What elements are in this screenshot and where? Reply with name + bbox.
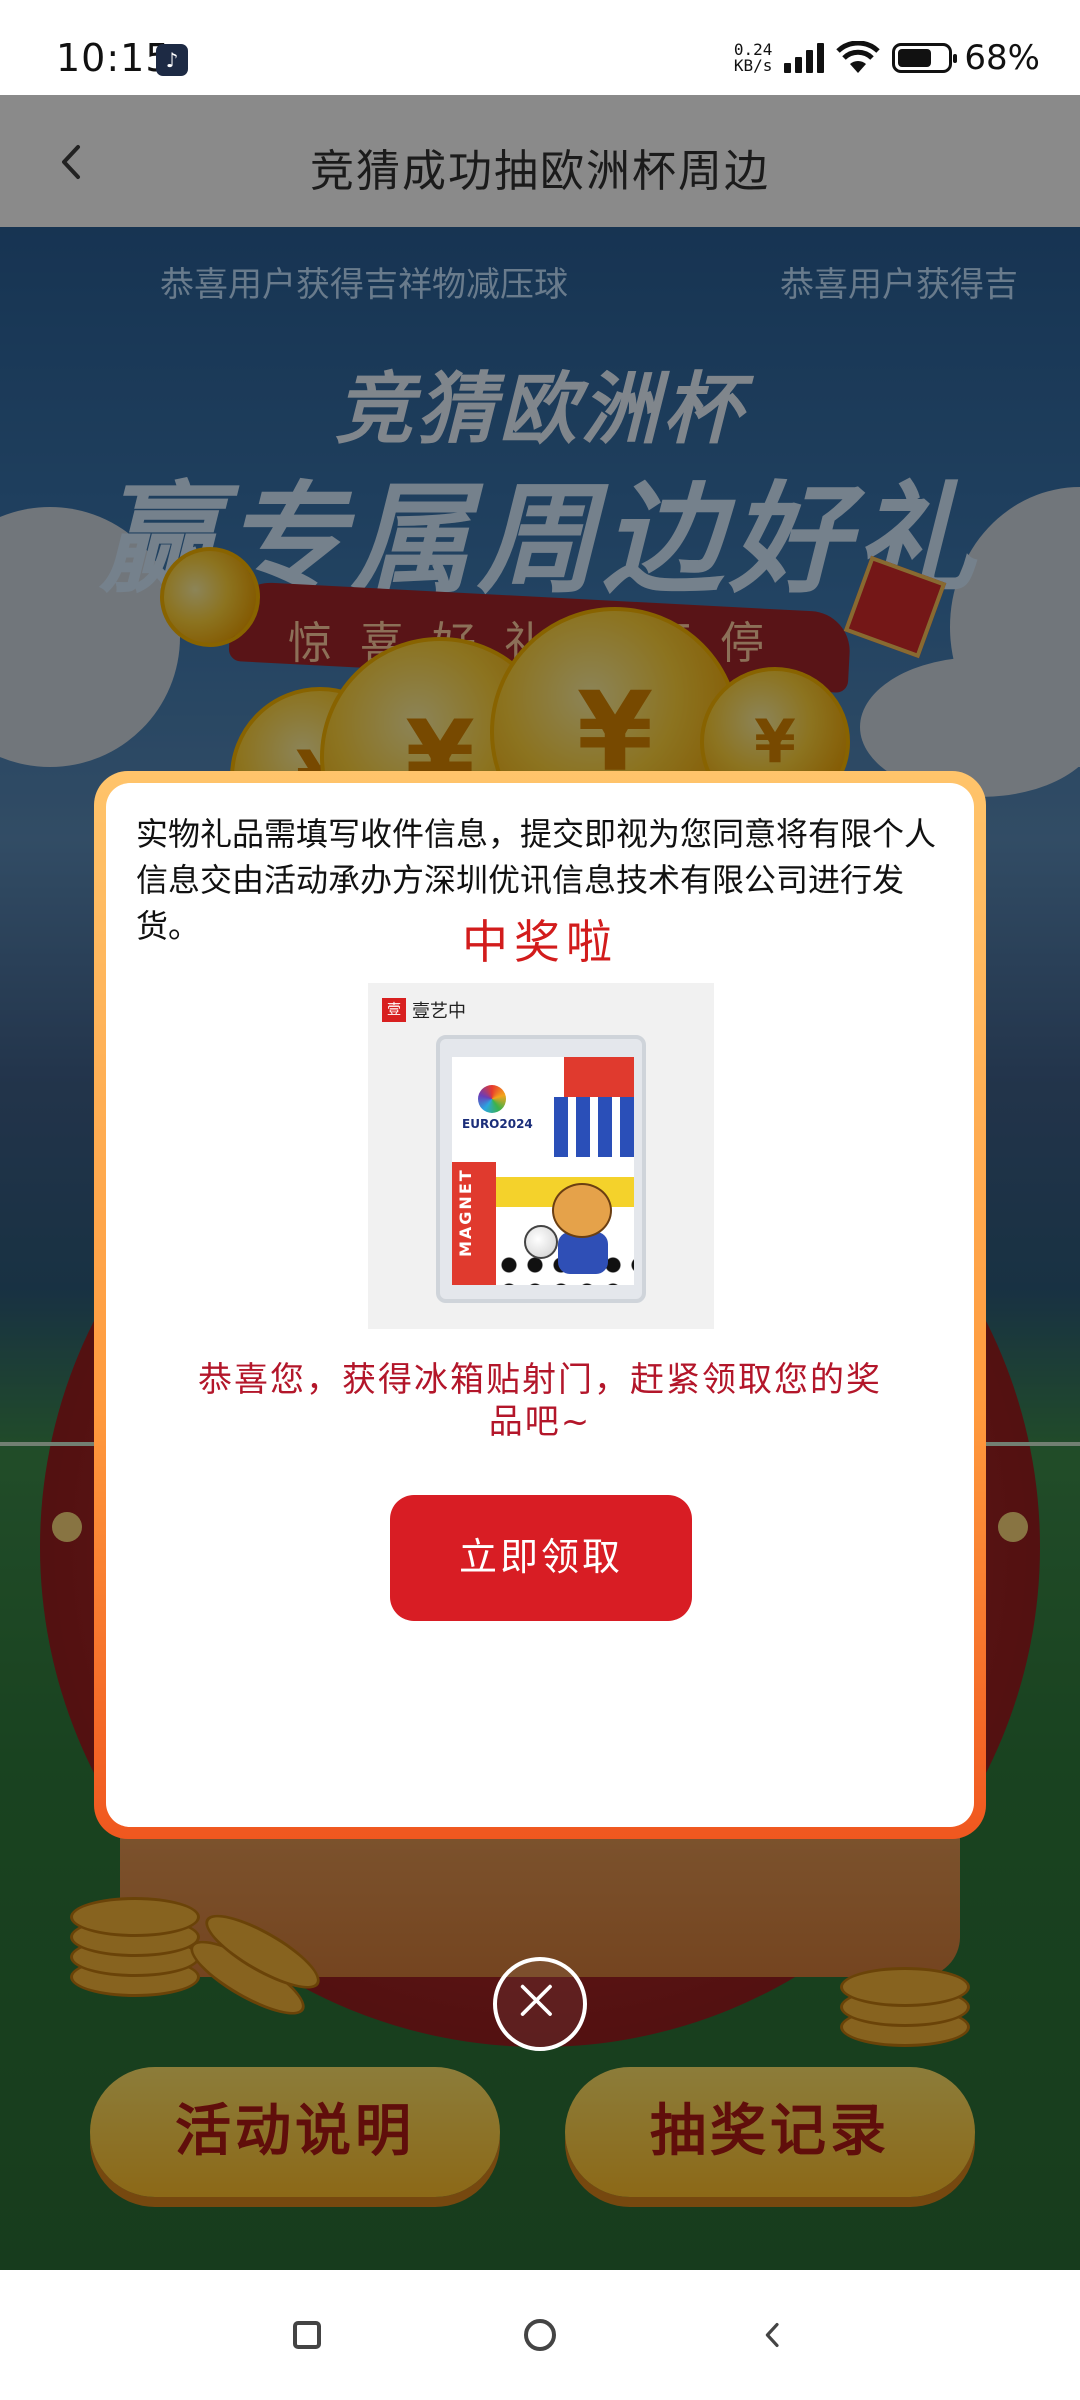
euro-label: EURO2024 bbox=[462, 1117, 533, 1131]
home-button[interactable] bbox=[515, 2310, 565, 2360]
network-speed: 0.24 KB/s bbox=[734, 42, 773, 74]
status-time: 10:15 bbox=[56, 36, 171, 80]
circle-icon bbox=[524, 2319, 556, 2351]
close-icon bbox=[520, 1984, 552, 2016]
brand-label: 壹 壹艺中 bbox=[382, 997, 466, 1023]
euro-logo: EURO2024 bbox=[462, 1085, 533, 1131]
close-dialog-button[interactable] bbox=[493, 1957, 587, 2051]
nav-back-button[interactable] bbox=[748, 2310, 798, 2360]
recent-apps-button[interactable] bbox=[282, 2310, 332, 2360]
mascot-illustration bbox=[522, 1177, 632, 1277]
status-bar: 10:15 ♪ 0.24 KB/s 68% bbox=[0, 0, 1080, 95]
square-icon bbox=[293, 2321, 321, 2349]
battery-icon bbox=[892, 43, 958, 73]
network-speed-unit: KB/s bbox=[733, 56, 773, 75]
wifi-icon bbox=[836, 41, 881, 73]
app-header: 竞猜成功抽欧洲杯周边 bbox=[0, 95, 1080, 227]
brand-logo-icon: 壹 bbox=[382, 998, 406, 1022]
back-arrow-icon bbox=[765, 2323, 779, 2347]
prize-dialog: 实物礼品需填写收件信息，提交即视为您同意将有限个人信息交由活动承办方深圳优讯信息… bbox=[94, 771, 986, 1839]
prize-image: 壹 壹艺中 EURO2024 MAGNET bbox=[368, 983, 714, 1329]
prize-dialog-body: 实物礼品需填写收件信息，提交即视为您同意将有限个人信息交由活动承办方深圳优讯信息… bbox=[106, 783, 974, 1827]
congrats-message: 恭喜您，获得冰箱贴射门，赶紧领取您的奖品吧~ bbox=[198, 1360, 882, 1442]
status-indicators: 0.24 KB/s 68% bbox=[734, 38, 1040, 78]
brand-name: 壹艺中 bbox=[412, 1001, 466, 1022]
cellular-signal-icon bbox=[784, 43, 825, 73]
battery-level bbox=[898, 49, 932, 67]
magnet-card: EURO2024 MAGNET bbox=[452, 1057, 634, 1285]
tiktok-icon: ♪ bbox=[156, 44, 188, 76]
claim-prize-button[interactable]: 立即领取 bbox=[390, 1495, 692, 1621]
system-nav-bar bbox=[0, 2270, 1080, 2400]
win-heading: 中奖啦 bbox=[462, 915, 618, 969]
magnet-package: EURO2024 MAGNET bbox=[436, 1035, 646, 1303]
magnet-label: MAGNET bbox=[456, 1168, 475, 1257]
page-title: 竞猜成功抽欧洲杯周边 bbox=[310, 146, 770, 197]
football-icon bbox=[524, 1225, 558, 1259]
battery-percent: 68% bbox=[964, 38, 1040, 78]
